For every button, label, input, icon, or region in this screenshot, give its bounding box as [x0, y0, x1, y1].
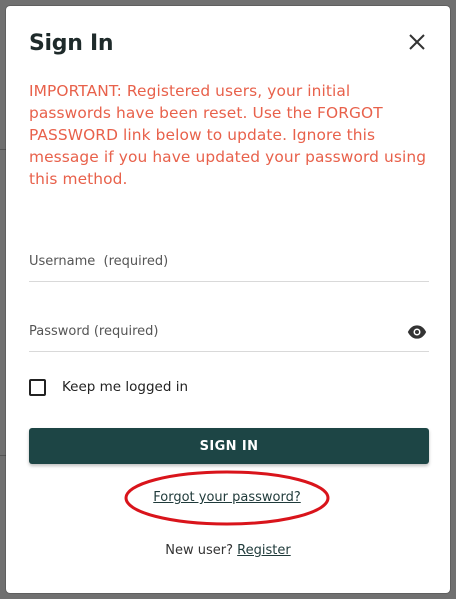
important-notice: IMPORTANT: Registered users, your initia…	[29, 82, 427, 188]
password-input[interactable]	[29, 312, 429, 351]
register-prompt: New user? Register	[6, 543, 450, 558]
register-link[interactable]: Register	[237, 543, 291, 558]
new-user-text: New user?	[165, 543, 234, 558]
username-input[interactable]	[29, 242, 429, 281]
forgot-password-link[interactable]: Forgot your password?	[123, 490, 331, 505]
forgot-password-area: Forgot your password?	[123, 469, 331, 527]
sign-in-dialog: Sign In IMPORTANT: Registered users, you…	[6, 6, 450, 593]
close-icon	[409, 34, 425, 50]
eye-icon	[407, 325, 427, 339]
keep-logged-in-option[interactable]: Keep me logged in	[29, 377, 188, 397]
close-button[interactable]	[405, 30, 429, 54]
dialog-title: Sign In	[29, 31, 114, 56]
show-password-button[interactable]	[407, 322, 427, 342]
sign-in-button[interactable]: SIGN IN	[29, 428, 429, 464]
password-field-wrapper	[29, 312, 429, 352]
keep-logged-in-label: Keep me logged in	[62, 379, 189, 395]
username-field-wrapper	[29, 242, 429, 282]
keep-logged-in-checkbox[interactable]	[29, 378, 46, 396]
